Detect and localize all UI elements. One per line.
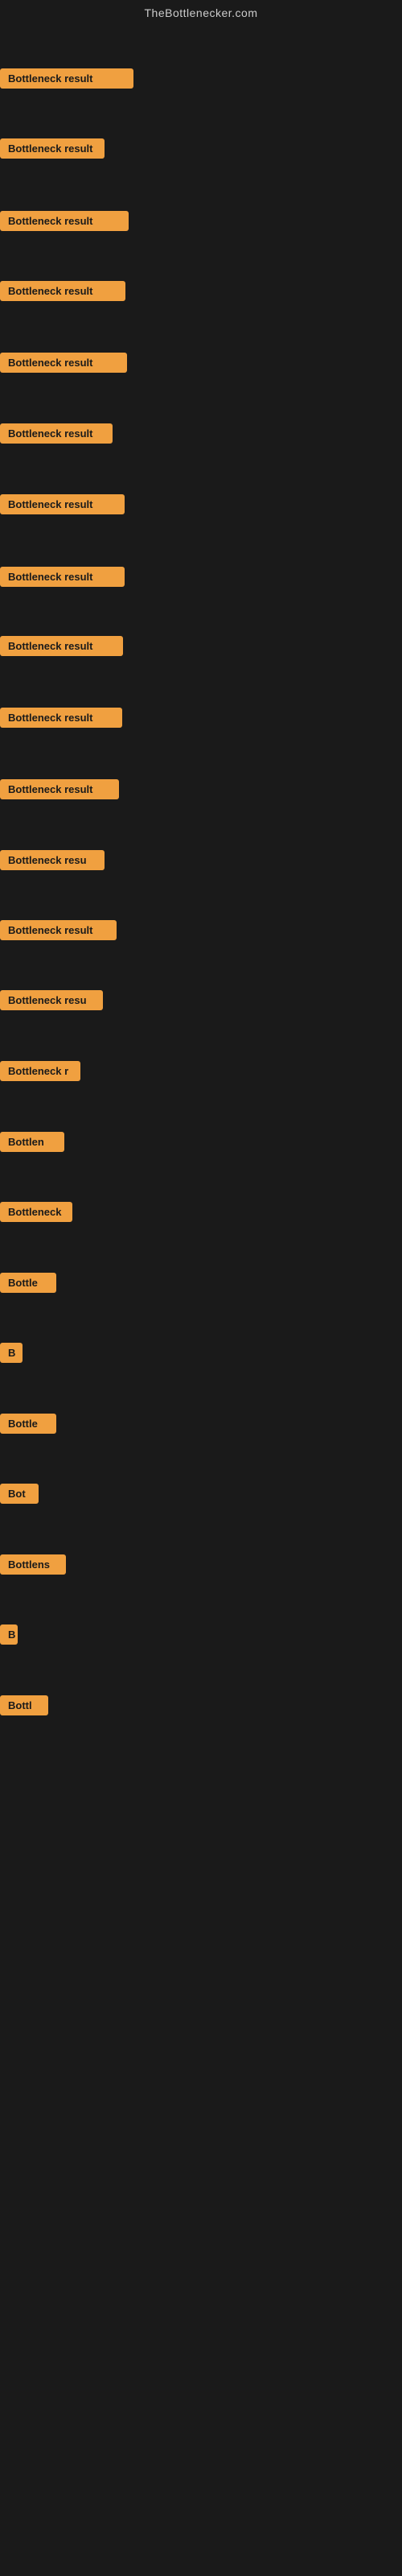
- bottleneck-badge: Bottleneck resu: [0, 850, 105, 870]
- bottleneck-badge: B: [0, 1624, 18, 1645]
- bottleneck-badge: Bot: [0, 1484, 39, 1504]
- bottleneck-badge: Bottle: [0, 1414, 56, 1434]
- bottleneck-badge: Bottl: [0, 1695, 48, 1715]
- bottleneck-result-item: Bottleneck result: [0, 636, 123, 660]
- bottleneck-result-item: Bottleneck result: [0, 281, 125, 305]
- bottleneck-badge: Bottleneck resu: [0, 990, 103, 1010]
- bottleneck-badge: Bottleneck: [0, 1202, 72, 1222]
- bottleneck-result-item: Bottleneck result: [0, 494, 125, 518]
- bottleneck-result-item: Bottleneck result: [0, 779, 119, 803]
- bottleneck-result-item: Bottleneck result: [0, 353, 127, 377]
- bottleneck-badge: Bottleneck result: [0, 779, 119, 799]
- bottleneck-result-item: Bottle: [0, 1273, 56, 1297]
- bottleneck-result-item: Bottleneck: [0, 1202, 72, 1226]
- bottleneck-result-item: Bottleneck resu: [0, 990, 103, 1014]
- site-title: TheBottlenecker.com: [0, 0, 402, 23]
- bottleneck-result-item: Bottleneck result: [0, 423, 113, 448]
- bottleneck-result-item: Bot: [0, 1484, 39, 1508]
- bottleneck-result-item: B: [0, 1624, 18, 1649]
- bottleneck-result-item: Bottleneck result: [0, 68, 133, 93]
- bottleneck-badge: Bottleneck result: [0, 636, 123, 656]
- bottleneck-result-item: Bottleneck resu: [0, 850, 105, 874]
- bottleneck-badge: Bottleneck result: [0, 353, 127, 373]
- bottleneck-badge: B: [0, 1343, 23, 1363]
- bottleneck-badge: Bottlens: [0, 1554, 66, 1575]
- bottleneck-badge: Bottleneck result: [0, 281, 125, 301]
- bottleneck-result-item: Bottl: [0, 1695, 48, 1719]
- bottleneck-badge: Bottleneck result: [0, 708, 122, 728]
- bottleneck-result-item: Bottleneck r: [0, 1061, 80, 1085]
- bottleneck-result-item: Bottlen: [0, 1132, 64, 1156]
- bottleneck-badge: Bottleneck result: [0, 138, 105, 159]
- bottleneck-result-item: Bottleneck result: [0, 138, 105, 163]
- bottleneck-result-item: Bottleneck result: [0, 920, 117, 944]
- bottleneck-result-item: Bottleneck result: [0, 567, 125, 591]
- bottleneck-badge: Bottleneck result: [0, 423, 113, 444]
- bottleneck-badge: Bottleneck result: [0, 494, 125, 514]
- bottleneck-result-item: Bottle: [0, 1414, 56, 1438]
- bottleneck-badge: Bottleneck r: [0, 1061, 80, 1081]
- bottleneck-badge: Bottlen: [0, 1132, 64, 1152]
- bottleneck-badge: Bottleneck result: [0, 211, 129, 231]
- bottleneck-badge: Bottle: [0, 1273, 56, 1293]
- bottleneck-result-item: Bottleneck result: [0, 708, 122, 732]
- bottleneck-result-item: B: [0, 1343, 23, 1367]
- bottleneck-badge: Bottleneck result: [0, 920, 117, 940]
- bottleneck-badge: Bottleneck result: [0, 68, 133, 89]
- bottleneck-result-item: Bottleneck result: [0, 211, 129, 235]
- bottleneck-result-item: Bottlens: [0, 1554, 66, 1579]
- bottleneck-badge: Bottleneck result: [0, 567, 125, 587]
